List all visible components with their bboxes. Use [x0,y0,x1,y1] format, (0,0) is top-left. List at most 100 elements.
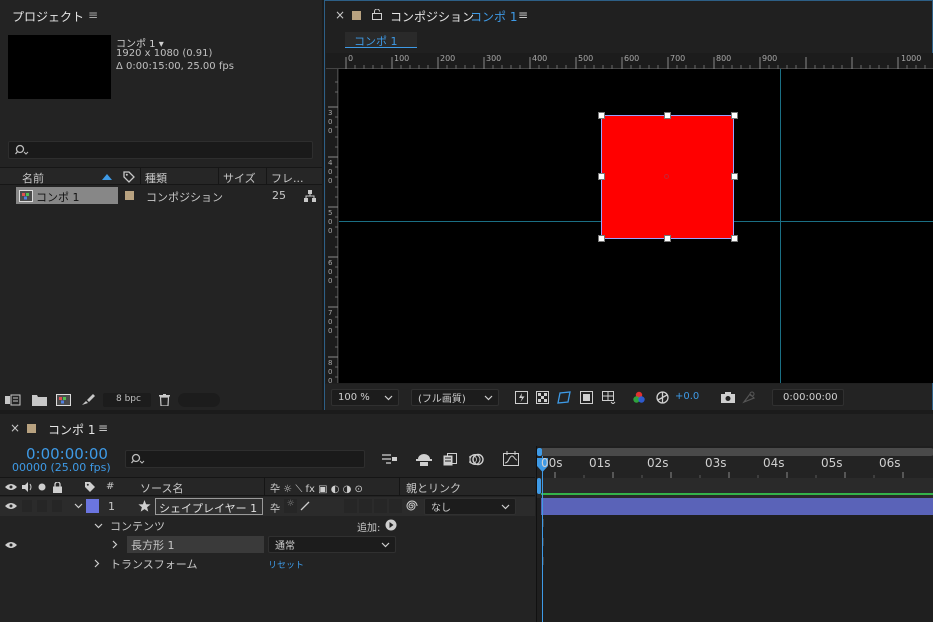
comp-label-color-swatch[interactable] [352,11,361,20]
timeline-menu-icon[interactable]: ≡ [98,421,108,435]
timeline-label-color-swatch[interactable] [27,424,36,433]
audio-column-icon[interactable] [21,481,33,493]
zoom-dropdown[interactable]: 100 % [331,389,399,406]
frame-blending-icon[interactable] [441,451,459,467]
layer-in-point-handle[interactable] [537,478,541,494]
column-frames[interactable]: フレ... [271,170,304,186]
layer-row[interactable]: 1 シェイプレイヤー 1 卆 ☼ なし [0,497,535,516]
channel-rgb-icon[interactable] [631,389,647,405]
eye-column-icon[interactable] [5,481,17,493]
transform-handle-bm[interactable] [664,235,671,242]
column-source-name[interactable]: ソース名 [140,480,183,496]
grid-guide-options-icon[interactable] [600,389,618,405]
column-name[interactable]: 名前 [22,170,44,186]
exposure-value[interactable]: +0.0 [675,391,699,402]
transform-label[interactable]: トランスフォーム [110,556,197,572]
contents-chevron-icon[interactable] [92,520,104,532]
snapshot-camera-icon[interactable] [720,389,736,405]
work-area-start-handle[interactable] [537,448,542,456]
trash-icon[interactable] [157,393,171,407]
3d-layer-switch[interactable] [389,499,402,513]
timeline-search-input[interactable] [125,450,365,468]
interpret-footage-icon[interactable] [5,393,21,407]
timeline-title[interactable]: コンポ 1 [48,421,95,438]
visibility-eye-icon[interactable] [5,500,17,512]
lock-column-icon[interactable] [51,481,63,493]
rect-name-field[interactable]: 長方形 1 [127,536,264,553]
reset-exposure-icon[interactable] [654,389,670,405]
effects-switch[interactable] [344,499,357,513]
thumbnail-size-slider[interactable] [178,393,220,407]
hamburger-icon[interactable]: ≡ [86,8,100,22]
quality-switch[interactable]: ☼ [284,499,297,513]
comp-panel-title-accent[interactable]: コンポ 1 [470,8,517,25]
project-panel-title[interactable]: プロジェクト [12,8,84,25]
motion-blur-icon[interactable] [467,451,485,467]
collapse-switch[interactable]: 卆 [270,500,280,515]
timeline-track-area[interactable]: I I I [536,446,933,622]
flowchart-icon[interactable] [303,189,317,203]
comp-panel-title[interactable]: コンポジション [390,8,474,25]
timeline-close-button[interactable]: × [10,421,20,435]
label-column-icon[interactable] [83,481,96,493]
work-area-bar[interactable] [540,448,933,456]
transform-expand-chevron-icon[interactable] [92,557,102,569]
project-item-row[interactable]: コンポ 1 コンポジション 25 [0,186,322,205]
new-composition-icon[interactable] [55,393,71,407]
current-time-indicator[interactable] [542,456,543,622]
sort-ascending-icon[interactable] [101,172,113,182]
motion-blur-switch[interactable] [374,499,387,513]
visibility-eye-icon[interactable] [5,539,17,551]
column-size[interactable]: サイズ [223,170,256,186]
flowchart-brush-icon[interactable] [80,393,96,407]
transform-handle-bl[interactable] [598,235,605,242]
layer-label-color[interactable] [86,499,99,513]
transform-handle-tr[interactable] [731,112,738,119]
composition-flowchart-icon[interactable] [381,451,399,467]
reset-link[interactable]: リセット [268,558,304,571]
lock-icon[interactable] [371,8,383,20]
parent-dropdown[interactable]: なし [424,498,516,515]
transform-handle-tm[interactable] [664,112,671,119]
current-time-display[interactable]: 0:00:00:00 [772,389,844,406]
transform-handle-ml[interactable] [598,173,605,180]
project-search-input[interactable] [8,141,313,159]
add-play-icon[interactable] [384,518,397,531]
transform-handle-br[interactable] [731,235,738,242]
layer-duration-bar[interactable] [541,498,933,515]
transparency-grid-icon[interactable] [534,389,550,405]
layer-name-field[interactable]: シェイプレイヤー 1 [155,498,263,515]
expand-chevron-icon[interactable] [72,500,84,512]
contents-label[interactable]: コンテンツ [110,518,165,534]
shy-layers-icon[interactable] [415,451,433,467]
pickwhip-spiral-icon[interactable] [405,499,419,513]
mask-path-visibility-icon[interactable] [556,389,572,405]
column-parent-link[interactable]: 親とリンク [406,480,461,496]
transform-handle-mr[interactable] [731,173,738,180]
new-folder-icon[interactable] [31,393,47,407]
show-snapshot-icon[interactable] [741,389,757,405]
bpc-button[interactable]: 8 bpc [103,393,151,407]
blend-mode-dropdown[interactable]: 通常 [268,536,396,553]
quality-line-icon[interactable] [299,500,311,512]
rect-expand-chevron-icon[interactable] [110,538,120,550]
comp-viewer-tab[interactable]: コンポ 1 [345,32,417,48]
fast-preview-icon[interactable] [513,389,529,405]
lock-toggle[interactable] [52,500,62,512]
column-type[interactable]: 種類 [145,170,167,186]
anchor-point-icon[interactable] [664,174,669,179]
transform-handle-tl[interactable] [598,112,605,119]
layer-switches-icons[interactable]: 卆 ☼ ⟍ fx ▣ ◐ ◑ ⊙ [270,480,363,495]
quality-dropdown[interactable]: (フル画質) [411,389,499,406]
solo-column-icon[interactable] [36,481,48,493]
solo-toggle[interactable] [37,500,47,512]
graph-editor-icon[interactable] [501,449,521,467]
column-layer-number[interactable]: # [106,481,114,492]
composition-viewer[interactable] [339,69,933,383]
region-of-interest-icon[interactable] [578,389,594,405]
label-tag-icon[interactable] [122,170,136,184]
label-color-swatch[interactable] [125,191,134,200]
comp-panel-menu-icon[interactable]: ≡ [518,8,528,22]
audio-toggle[interactable] [22,500,32,512]
comp-panel-close-button[interactable]: × [335,8,345,22]
